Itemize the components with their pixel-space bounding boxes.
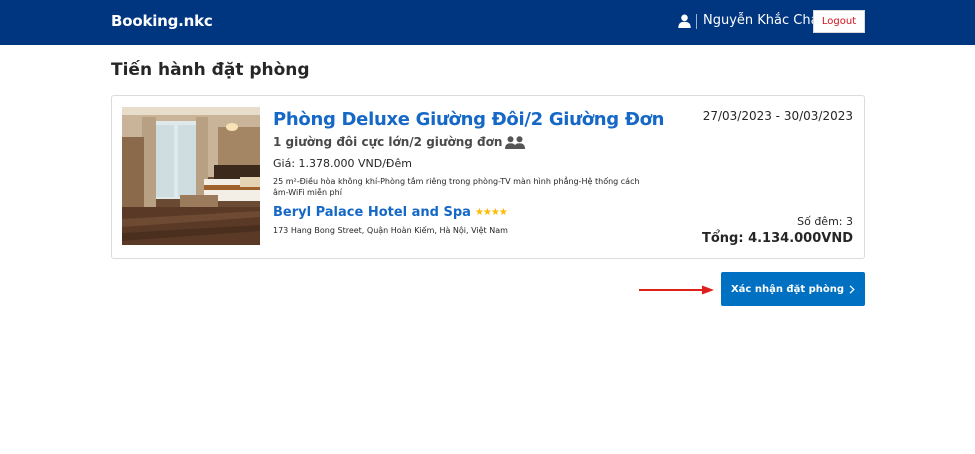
confirm-booking-button[interactable]: Xác nhận đặt phòng [721, 272, 865, 306]
night-count: Số đêm: 3 [797, 215, 853, 228]
booking-summary-card: Phòng Deluxe Giường Đôi/2 Giường Đơn 1 g… [111, 95, 865, 259]
people-icon [505, 135, 526, 149]
bed-info: 1 giường đôi cực lớn/2 giường đơn [273, 135, 503, 149]
hotel-address: 173 Hang Bong Street, Quận Hoàn Kiếm, Hà… [273, 226, 508, 235]
room-photo [122, 107, 260, 245]
chevron-right-icon [849, 284, 855, 294]
top-navbar: Booking.nkc Nguyễn Khắc Cháng Logout [0, 0, 975, 45]
bed-info-row: 1 giường đôi cực lớn/2 giường đơn [273, 135, 526, 149]
confirm-booking-label: Xác nhận đặt phòng [730, 283, 845, 295]
room-amenities: 25 m²-Điều hòa không khí-Phòng tắm riêng… [273, 177, 640, 197]
hotel-row: Beryl Palace Hotel and Spa ★★★★ [273, 205, 508, 220]
star-rating-icon: ★★★★ [474, 207, 508, 218]
header-divider [696, 14, 697, 29]
nightly-price: Giá: 1.378.000 VND/Đêm [273, 157, 412, 170]
page-title: Tiến hành đặt phòng [111, 60, 310, 80]
stay-dates: 27/03/2023 - 30/03/2023 [702, 109, 853, 123]
total-price: Tổng: 4.134.000VND [701, 231, 853, 246]
brand-logo[interactable]: Booking.nkc [111, 12, 213, 30]
room-name-link[interactable]: Phòng Deluxe Giường Đôi/2 Giường Đơn [273, 109, 664, 130]
hotel-name-link[interactable]: Beryl Palace Hotel and Spa [273, 205, 471, 220]
logout-button[interactable]: Logout [813, 10, 865, 33]
person-icon [678, 14, 691, 28]
arrow-pointer-icon [639, 285, 714, 295]
